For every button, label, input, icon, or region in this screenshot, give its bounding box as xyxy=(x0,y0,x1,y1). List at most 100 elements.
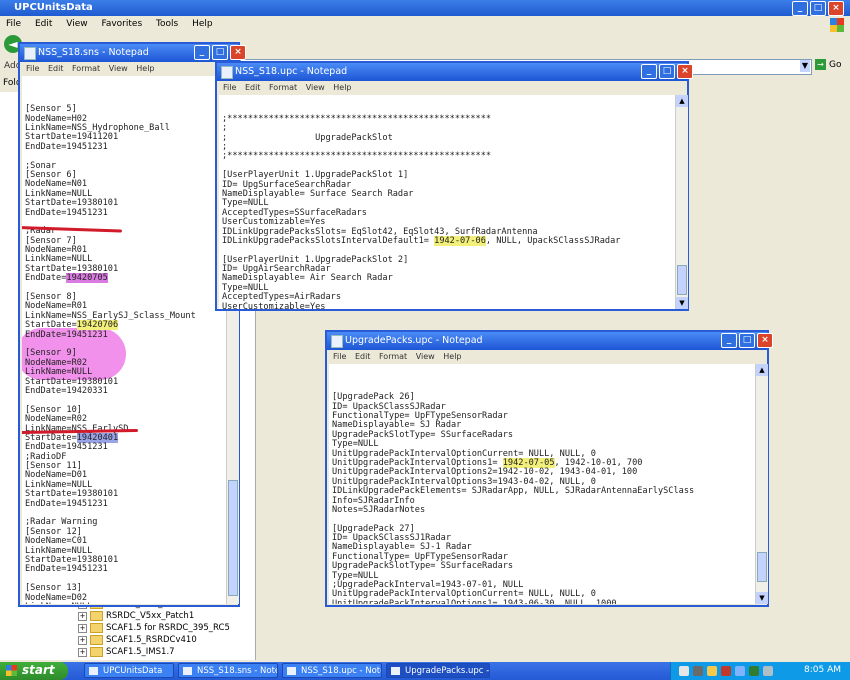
minimize-button[interactable]: _ xyxy=(721,333,737,348)
volume-icon[interactable] xyxy=(735,666,745,676)
menu-edit[interactable]: Edit xyxy=(355,352,371,361)
chevron-down-icon[interactable]: ▼ xyxy=(800,60,810,72)
ati-icon[interactable] xyxy=(693,666,703,676)
tree-item[interactable]: + SCAF1.5 for RSRDC_395_RC5 xyxy=(78,622,238,634)
menu-view[interactable]: View xyxy=(66,19,87,29)
display-icon[interactable] xyxy=(763,666,773,676)
notepad-icon xyxy=(331,335,343,348)
text-line: EndDate=19420331 xyxy=(25,385,108,396)
tree-item[interactable]: + RSRDC_V5xx_Patch1 xyxy=(78,610,238,622)
notepad-packs-text-area[interactable]: [UpgradePack 26] ID= UpackSClassSJRadar Fu… xyxy=(329,364,755,604)
menu-format[interactable]: Format xyxy=(379,352,407,361)
folder-icon xyxy=(90,647,103,657)
expand-icon[interactable]: + xyxy=(78,635,87,645)
text-line: ; UpgradePackSlot xyxy=(222,132,393,143)
scroll-thumb[interactable] xyxy=(677,265,687,295)
menu-file[interactable]: File xyxy=(333,352,346,361)
text-line: ;***************************************… xyxy=(222,151,492,162)
menu-file[interactable]: File xyxy=(223,83,236,92)
expand-icon[interactable]: + xyxy=(78,623,87,633)
minimize-button[interactable]: _ xyxy=(792,1,808,16)
maximize-button[interactable]: □ xyxy=(212,45,228,60)
tree-item-label: SCAF1.5 for RSRDC_395_RC5 xyxy=(106,623,230,633)
taskbar-item-packs[interactable]: UpgradePacks.upc - ... xyxy=(386,663,490,678)
text-line: EndDate=19420705 xyxy=(25,273,108,284)
go-button[interactable]: → Go xyxy=(815,59,847,74)
minimize-button[interactable]: _ xyxy=(194,45,210,60)
update-icon[interactable] xyxy=(749,666,759,676)
maximize-button[interactable]: □ xyxy=(810,1,826,16)
tree-item[interactable]: + SCAF1.5_RSRDCv410 xyxy=(78,634,238,646)
text-line: EndDate=19451231 xyxy=(25,141,108,152)
notepad-packs-menubar: File Edit Format View Help xyxy=(327,350,767,363)
folder-icon xyxy=(90,623,103,633)
menu-tools[interactable]: Tools xyxy=(156,19,178,29)
menu-help[interactable]: Help xyxy=(333,83,351,92)
tree-item-label: SCAF1.5_IMS1.7 xyxy=(106,647,175,657)
minimize-button[interactable]: _ xyxy=(641,64,657,79)
text-line: UpgradePackSlotType= SSurfaceRadars xyxy=(332,561,514,572)
explorer-titlebar[interactable]: UPCUnitsData _ □ × xyxy=(0,0,850,16)
scroll-up-icon[interactable]: ▲ xyxy=(756,364,768,376)
menu-view[interactable]: View xyxy=(306,83,325,92)
expand-icon[interactable]: + xyxy=(78,647,87,657)
menu-view[interactable]: View xyxy=(416,352,435,361)
taskbar-item-sns[interactable]: NSS_S18.sns - Notepad xyxy=(178,663,278,678)
taskbar-item-label: UPCUnitsData xyxy=(103,666,163,676)
menu-view[interactable]: View xyxy=(109,64,128,73)
highlighted-date: 19420705 xyxy=(66,273,108,284)
text-line: ;***************************************… xyxy=(222,113,492,124)
scroll-up-icon[interactable]: ▲ xyxy=(676,95,688,107)
maximize-button[interactable]: □ xyxy=(739,333,755,348)
close-button[interactable]: × xyxy=(757,333,773,348)
go-label: Go xyxy=(829,60,842,70)
upc-lines: ;***************************************… xyxy=(222,113,672,309)
menu-file[interactable]: File xyxy=(26,64,39,73)
notepad-upc-titlebar[interactable]: NSS_S18.upc - Notepad _ □ × xyxy=(217,63,693,81)
network-icon[interactable] xyxy=(707,666,717,676)
menu-help[interactable]: Help xyxy=(443,352,461,361)
text-line: EndDate=19451231 xyxy=(25,329,108,340)
scroll-down-icon[interactable]: ▼ xyxy=(676,297,688,309)
notepad-sns-text-area[interactable]: [Sensor 5] NodeName=H02 LinkName=NSS_Hydro… xyxy=(22,76,226,604)
menu-favorites[interactable]: Favorites xyxy=(101,19,142,29)
explorer-title: UPCUnitsData xyxy=(14,2,93,13)
menu-format[interactable]: Format xyxy=(72,64,100,73)
scroll-thumb[interactable] xyxy=(757,552,767,582)
menu-edit[interactable]: Edit xyxy=(245,83,261,92)
clock: 8:05 AM xyxy=(804,665,841,675)
scroll-thumb[interactable] xyxy=(228,480,238,596)
close-button[interactable]: × xyxy=(230,45,246,60)
close-button[interactable]: × xyxy=(677,64,693,79)
notepad-packs-titlebar[interactable]: UpgradePacks.upc - Notepad _ □ × xyxy=(327,332,773,350)
notepad-sns-titlebar[interactable]: NSS_S18.sns - Notepad _ □ × xyxy=(20,44,246,62)
go-arrow-icon: → xyxy=(815,59,826,70)
maximize-button[interactable]: □ xyxy=(659,64,675,79)
menu-file[interactable]: File xyxy=(6,19,21,29)
notepad-upc-scrollbar[interactable]: ▲ ▼ xyxy=(675,95,688,309)
menu-help[interactable]: Help xyxy=(136,64,154,73)
menu-format[interactable]: Format xyxy=(269,83,297,92)
start-button[interactable]: start xyxy=(0,662,68,680)
security-icon[interactable] xyxy=(721,666,731,676)
taskbar-item-upc[interactable]: NSS_S18.upc - Notepad xyxy=(282,663,382,678)
menu-help[interactable]: Help xyxy=(192,19,213,29)
text-line: Notes=SJRadarNotes xyxy=(332,504,426,515)
taskbar-item-explorer[interactable]: UPCUnitsData xyxy=(84,663,174,678)
text-line: IDLinkUpgradePacksSlotsIntervalDefault1=… xyxy=(222,235,621,246)
text-line: LinkName=NULL xyxy=(25,602,223,604)
help-icon[interactable] xyxy=(679,666,689,676)
notepad-packs-title: UpgradePacks.upc - Notepad xyxy=(345,335,483,346)
notepad-icon xyxy=(183,667,192,675)
expand-icon[interactable]: + xyxy=(78,611,87,621)
text-line: UpgradePackSlotType= SSurfaceRadars xyxy=(332,429,514,440)
notepad-upc-text-area[interactable]: ;***************************************… xyxy=(219,95,675,309)
tree-item[interactable]: + SCAF1.5_IMS1.7 xyxy=(78,646,238,658)
menu-edit[interactable]: Edit xyxy=(48,64,64,73)
notepad-packs-scrollbar[interactable]: ▲ ▼ xyxy=(755,364,768,604)
close-button[interactable]: × xyxy=(828,1,844,16)
menu-edit[interactable]: Edit xyxy=(35,19,52,29)
notepad-icon xyxy=(221,66,233,79)
scroll-down-icon[interactable]: ▼ xyxy=(756,592,768,604)
notepad-upc-window: NSS_S18.upc - Notepad _ □ × File Edit Fo… xyxy=(215,61,693,311)
